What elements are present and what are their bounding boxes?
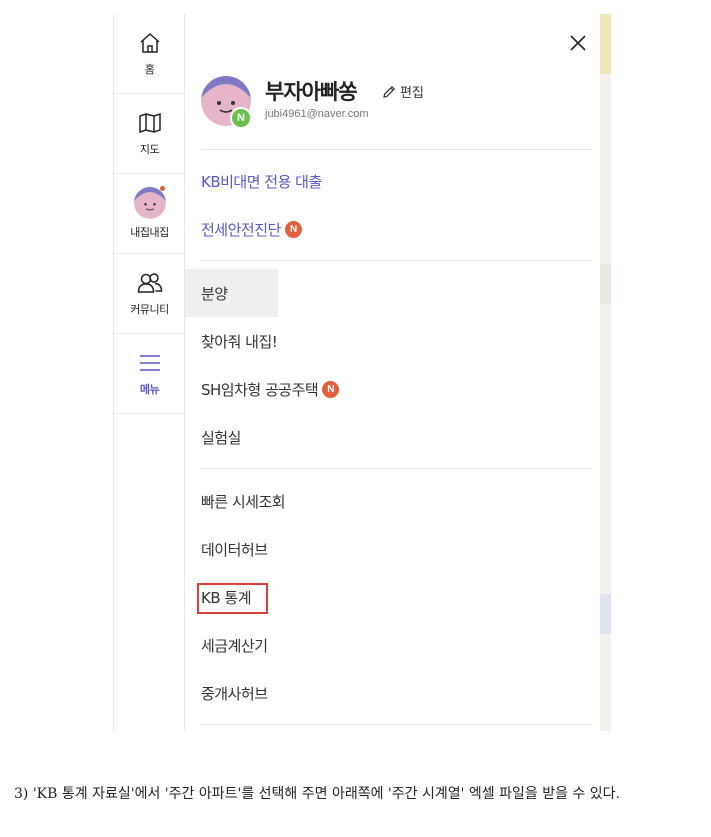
map-background-strip: [600, 14, 611, 731]
edit-profile-button[interactable]: 편집: [381, 82, 424, 101]
naver-badge: N: [230, 107, 252, 129]
caption-text: 3) 'KB 통계 자료실'에서 '주간 아파트'를 선택해 주면 아래쪽에 '…: [14, 786, 620, 802]
rail-item-label: 내집내집: [130, 226, 169, 239]
rail-item-menu[interactable]: 메뉴: [114, 334, 185, 414]
menu-item-presale[interactable]: 분양: [185, 269, 278, 317]
community-icon: [137, 270, 163, 296]
highlight-box: [197, 583, 268, 614]
menu-panel: N 부자아빠쏭 편집 jubi4961@naver.com KB비대면 전용 대…: [185, 14, 600, 731]
rail-item-label: 홈: [144, 63, 155, 76]
menu-item-lab[interactable]: 실험실: [185, 413, 241, 461]
notification-dot: [160, 186, 165, 191]
edit-label: 편집: [400, 86, 424, 101]
map-icon: [137, 110, 163, 136]
rail-item-label: 지도: [139, 143, 160, 156]
rail-item-label: 커뮤니티: [130, 303, 169, 316]
menu-item-jeonse-check[interactable]: 전세안전진단 N: [185, 205, 302, 253]
new-badge: N: [284, 220, 302, 238]
menu-item-kb-loan[interactable]: KB비대면 전용 대출: [185, 157, 322, 205]
menu-item-data-hub[interactable]: 데이터허브: [185, 525, 268, 573]
rail-item-community[interactable]: 커뮤니티: [114, 254, 185, 334]
menu-item-tax-calculator[interactable]: 세금계산기: [185, 621, 268, 669]
home-icon: [137, 30, 163, 56]
divider: [201, 468, 592, 469]
menu-item-find-my-home[interactable]: 찾아줘 내집!: [185, 317, 278, 365]
side-rail: 홈 지도 내집내집 커뮤니티 메뉴: [113, 14, 185, 731]
rail-item-my-home[interactable]: 내집내집: [114, 174, 185, 254]
divider: [201, 149, 592, 150]
rail-item-map[interactable]: 지도: [114, 94, 185, 174]
menu-item-agent-hub[interactable]: 중개사허브: [185, 669, 268, 717]
profile-email: jubi4961@naver.com: [265, 108, 369, 120]
avatar: [133, 187, 166, 219]
menu-icon: [137, 350, 163, 376]
menu-item-sh-housing[interactable]: SH임차형 공공주택 N: [185, 365, 340, 413]
menu-item-quick-price[interactable]: 빠른 시세조회: [185, 477, 286, 525]
divider: [201, 260, 592, 261]
close-icon[interactable]: [567, 32, 589, 54]
divider: [201, 724, 592, 725]
pencil-icon: [383, 85, 396, 98]
app-screenshot: 홈 지도 내집내집 커뮤니티 메뉴 N 부자아빠쏭 편집 jubi4961@na…: [113, 14, 611, 731]
rail-item-home[interactable]: 홈: [114, 14, 185, 94]
profile-nickname: 부자아빠쏭: [265, 80, 358, 104]
rail-item-label: 메뉴: [139, 383, 160, 396]
new-badge: N: [322, 380, 340, 398]
